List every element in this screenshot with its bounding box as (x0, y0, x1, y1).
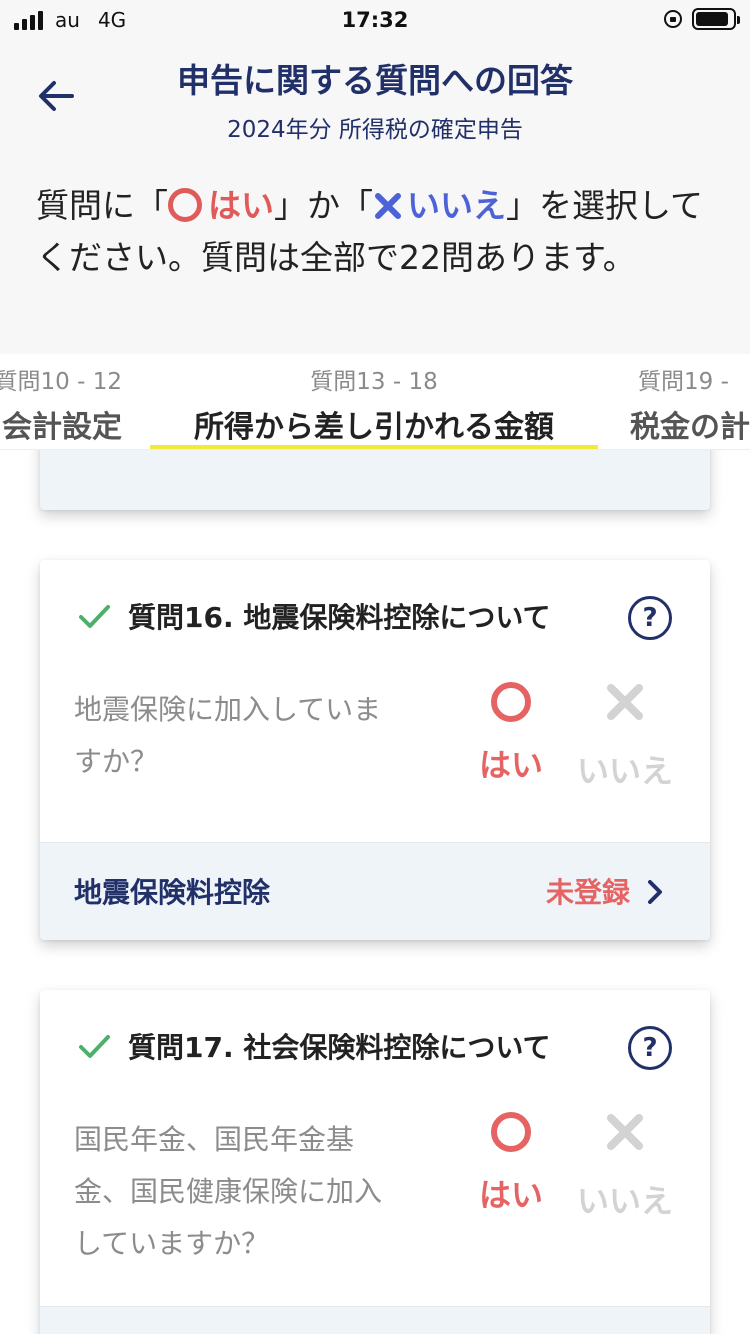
question-text: 地震保険に加入していますか？ (74, 693, 382, 778)
instructions-part2: 」か「 (274, 186, 373, 225)
question-text: 国民年金、国民年金基金、国民健康保険に加入していますか？ (74, 1123, 383, 1260)
status-time: 17:32 (341, 8, 409, 32)
tab-deductions[interactable]: 質問13 - 18 所得から差し引かれる金額 (150, 354, 598, 449)
tab-name: 会計設定 (2, 410, 122, 445)
instructions-yes-label: はい (208, 186, 274, 225)
answer-yes-button[interactable]: はい (456, 676, 566, 786)
status-right (664, 8, 740, 30)
answer-yes-label: はい (478, 1176, 543, 1214)
deduction-link-row[interactable] (40, 1306, 710, 1334)
chevron-right-icon (648, 880, 662, 904)
cross-icon (607, 1114, 643, 1150)
cross-icon (607, 684, 643, 720)
answer-no-label: いいえ (576, 752, 673, 790)
answer-yes-label: はい (478, 746, 543, 784)
question-header: 質問17. 社会保険料控除について (76, 1024, 674, 1068)
circle-icon (168, 188, 202, 222)
question-card: 質問17. 社会保険料控除について ? 国民年金、国民年金基金、国民健康保険に加… (40, 990, 710, 1334)
instructions-no-label: いいえ (407, 186, 506, 225)
instructions-text: 質問に「 はい」か「 いいえ」を選択してください。質問は全部で22問あります。 (0, 150, 750, 354)
answer-yes-button[interactable]: はい (456, 1106, 566, 1216)
help-button[interactable]: ? (628, 1026, 672, 1070)
cross-icon (375, 193, 401, 219)
tab-accounting-settings[interactable]: 質問10 - 12 会計設定 (0, 354, 122, 449)
page-title: 申告に関する質問への回答 (177, 61, 573, 100)
deduction-link-row[interactable]: 地震保険料控除 未登録 (40, 842, 710, 940)
answer-no-button[interactable]: いいえ (570, 1106, 680, 1220)
page-subtitle: 2024年分 所得税の確定申告 (227, 117, 523, 143)
tab-name: 所得から差し引かれる金額 (194, 410, 554, 445)
answer-no-label: いいえ (576, 1182, 673, 1220)
question-title: 質問16. 地震保険料控除について (128, 601, 551, 634)
active-tab-indicator (150, 445, 598, 449)
help-button[interactable]: ? (628, 596, 672, 640)
tab-name: 税金の計算 (630, 410, 750, 445)
status-bar: au 4G 17:32 (0, 0, 750, 40)
circle-icon (491, 1112, 531, 1152)
instructions-part1: 質問に「 (36, 186, 168, 225)
instructions-no: いいえ (373, 186, 506, 225)
tab-range: 質問13 - 18 (310, 369, 438, 395)
question-card-previous (40, 450, 710, 510)
tab-tax-calculation[interactable]: 質問19 - 税金の計算 (630, 354, 750, 449)
question-card: 質問16. 地震保険料控除について ? 地震保険に加入していますか？ はい いい… (40, 560, 710, 940)
question-mark-icon: ? (642, 1033, 658, 1063)
tab-range: 質問10 - 12 (0, 369, 122, 395)
check-icon (79, 1035, 110, 1058)
answer-no-button[interactable]: いいえ (570, 676, 680, 790)
question-mark-icon: ? (642, 603, 658, 633)
deduction-status: 未登録 (545, 876, 630, 909)
orientation-lock-icon (664, 10, 682, 28)
question-list: 質問16. 地震保険料控除について ? 地震保険に加入していますか？ はい いい… (0, 450, 750, 1334)
battery-icon (692, 8, 740, 30)
check-icon (79, 605, 110, 628)
deduction-name: 地震保険料控除 (74, 876, 271, 909)
question-header: 質問16. 地震保険料控除について (76, 594, 674, 638)
circle-icon (491, 682, 531, 722)
header: 申告に関する質問への回答 2024年分 所得税の確定申告 (0, 40, 750, 150)
instructions-yes: はい (168, 186, 274, 225)
section-tabs: 質問10 - 12 会計設定 質問13 - 18 所得から差し引かれる金額 質問… (0, 354, 750, 450)
tab-range: 質問19 - (638, 369, 729, 395)
question-title: 質問17. 社会保険料控除について (128, 1031, 551, 1064)
